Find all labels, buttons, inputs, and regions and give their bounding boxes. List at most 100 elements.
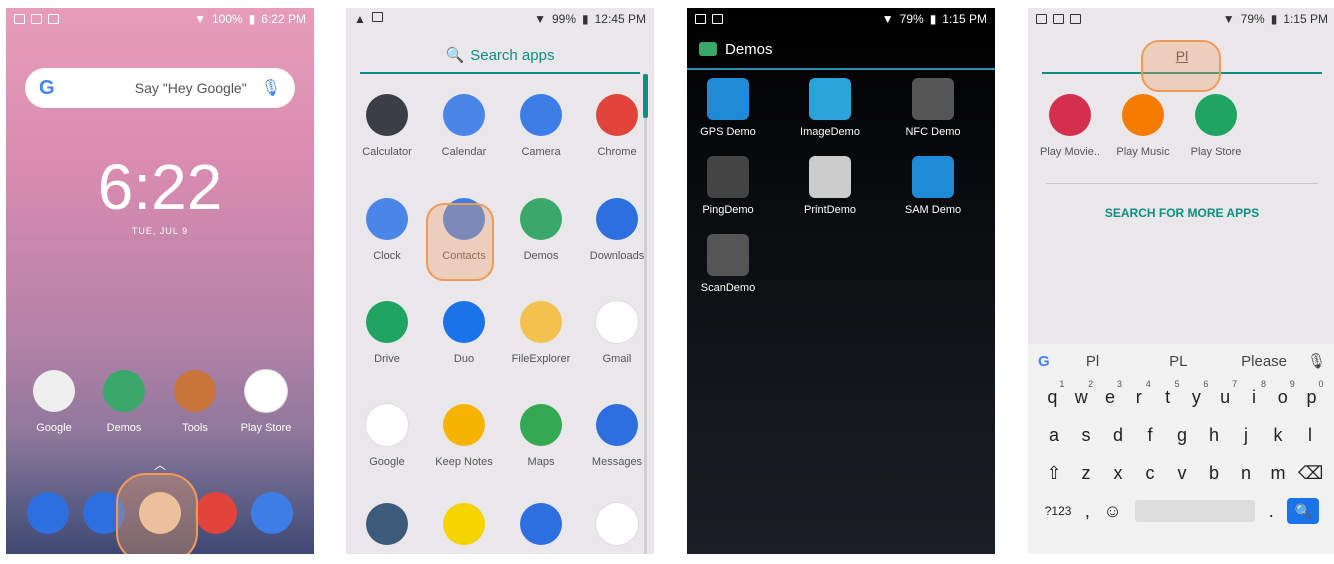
app-label: ScanDemo bbox=[700, 282, 756, 294]
key-i[interactable]: i8 bbox=[1242, 379, 1266, 408]
app-icon-app[interactable] bbox=[578, 503, 654, 554]
app-icon-nfc-demo[interactable]: NFC Demo bbox=[894, 78, 972, 138]
key-w[interactable]: w2 bbox=[1069, 379, 1094, 408]
key-t[interactable]: t5 bbox=[1156, 379, 1180, 408]
voicemail-icon bbox=[1053, 14, 1064, 24]
app-icon-clock[interactable]: Clock bbox=[348, 198, 426, 262]
key-r[interactable]: r4 bbox=[1127, 379, 1151, 408]
app-icon-messages[interactable]: Messages bbox=[578, 404, 654, 468]
app-icon-play-music[interactable]: Play Music bbox=[1104, 94, 1182, 158]
key-l[interactable]: l bbox=[1298, 425, 1322, 446]
phone-icon[interactable] bbox=[27, 492, 69, 534]
tap-highlight bbox=[1141, 40, 1221, 92]
key-space[interactable] bbox=[1135, 500, 1256, 522]
key-j[interactable]: j bbox=[1234, 425, 1258, 446]
app-label: Google bbox=[36, 422, 72, 434]
app-icon-app[interactable] bbox=[425, 503, 503, 554]
search-more-apps-button[interactable]: SEARCH FOR MORE APPS bbox=[1028, 206, 1334, 220]
app-icon-fileexplorer[interactable]: FileExplorer bbox=[502, 301, 580, 365]
key-k[interactable]: k bbox=[1266, 425, 1290, 446]
app-icon-app[interactable] bbox=[348, 503, 426, 554]
app-icon-google[interactable]: Google bbox=[348, 404, 426, 468]
app-icon-pingdemo[interactable]: PingDemo bbox=[689, 156, 767, 216]
app-icon-demos[interactable]: Demos bbox=[502, 198, 580, 262]
app-icon-play-store[interactable]: Play Store bbox=[1177, 94, 1255, 158]
key-shift[interactable]: ⇧ bbox=[1042, 463, 1066, 484]
key-m[interactable]: m bbox=[1266, 463, 1290, 484]
suggestion-1[interactable]: Pl bbox=[1050, 353, 1136, 370]
suggestion-3[interactable]: Please bbox=[1221, 353, 1307, 370]
keyboard-row-4: ?123, ☺. 🔍 bbox=[1028, 492, 1334, 530]
image-notification-icon bbox=[695, 14, 706, 24]
keyboard: G Pl PL Please 🎙 q1w2e3r4t5y6u7i8o9p0 as… bbox=[1028, 344, 1334, 554]
app-icon-google[interactable]: Google bbox=[15, 370, 93, 434]
chevron-up-icon[interactable]: ︿ bbox=[154, 456, 166, 473]
app-icon-gmail[interactable]: Gmail bbox=[578, 301, 654, 365]
app-icon-printdemo[interactable]: PrintDemo bbox=[791, 156, 869, 216]
app-icon-maps[interactable]: Maps bbox=[502, 404, 580, 468]
key-y[interactable]: y6 bbox=[1184, 379, 1209, 408]
app-icon-app[interactable] bbox=[502, 503, 580, 554]
search-apps-field[interactable]: 🔍 Search apps bbox=[360, 38, 640, 74]
search-results-panel: ▼ 79% ▮ 1:15 PM Pl Play Movie.. Play Music Pl… bbox=[1028, 8, 1334, 554]
key-period[interactable]: . bbox=[1269, 501, 1274, 522]
key-u[interactable]: u7 bbox=[1213, 379, 1237, 408]
app-icon-imagedemo[interactable]: ImageDemo bbox=[791, 78, 869, 138]
status-time: 1:15 PM bbox=[1283, 12, 1328, 26]
home-clock: 6:22 bbox=[97, 151, 223, 223]
app-icon-tools[interactable]: Tools bbox=[156, 370, 234, 434]
key-comma[interactable]: , bbox=[1085, 501, 1090, 522]
key-n[interactable]: n bbox=[1234, 463, 1258, 484]
nfc-demo-icon bbox=[912, 78, 954, 120]
key-p[interactable]: p0 bbox=[1300, 379, 1324, 408]
app-icon-play-movie-[interactable]: Play Movie.. bbox=[1031, 94, 1109, 158]
key-e[interactable]: e3 bbox=[1098, 379, 1122, 408]
app-icon-demos[interactable]: Demos bbox=[85, 370, 163, 434]
chrome-icon[interactable] bbox=[195, 492, 237, 534]
app-icon-play-store[interactable]: Play Store bbox=[227, 370, 305, 434]
key-backspace[interactable]: ⌫ bbox=[1298, 463, 1323, 484]
app-icon-duo[interactable]: Duo bbox=[425, 301, 503, 365]
mic-icon[interactable]: 🎙 bbox=[1307, 352, 1334, 370]
app-icon-chrome[interactable]: Chrome bbox=[578, 94, 654, 158]
key-o[interactable]: o9 bbox=[1271, 379, 1295, 408]
app-icon-gps-demo[interactable]: GPS Demo bbox=[689, 78, 767, 138]
key-search[interactable]: 🔍 bbox=[1287, 498, 1320, 524]
key-symbols[interactable]: ?123 bbox=[1045, 504, 1072, 518]
key-s[interactable]: s bbox=[1074, 425, 1098, 446]
key-z[interactable]: z bbox=[1074, 463, 1098, 484]
key-a[interactable]: a bbox=[1042, 425, 1066, 446]
key-b[interactable]: b bbox=[1202, 463, 1226, 484]
key-h[interactable]: h bbox=[1202, 425, 1226, 446]
google-icon bbox=[366, 404, 408, 446]
app-icon-keep-notes[interactable]: Keep Notes bbox=[425, 404, 503, 468]
emoji-icon[interactable]: ☺ bbox=[1103, 501, 1121, 522]
key-x[interactable]: x bbox=[1106, 463, 1130, 484]
search-apps-label: Search apps bbox=[470, 46, 555, 64]
image-notification-icon bbox=[712, 14, 723, 24]
keyboard-row-3: ⇧ z x c v b n m ⌫ bbox=[1028, 454, 1334, 492]
app-icon-calculator[interactable]: Calculator bbox=[348, 94, 426, 158]
suggestion-2[interactable]: PL bbox=[1135, 353, 1221, 370]
google-logo-icon[interactable]: G bbox=[1028, 353, 1050, 370]
battery-icon: ▮ bbox=[929, 12, 937, 26]
app-icon-camera[interactable]: Camera bbox=[502, 94, 580, 158]
mic-icon[interactable]: 🎙 bbox=[261, 78, 281, 98]
key-v[interactable]: v bbox=[1170, 463, 1194, 484]
key-letter: y bbox=[1191, 386, 1201, 407]
key-d[interactable]: d bbox=[1106, 425, 1130, 446]
key-g[interactable]: g bbox=[1170, 425, 1194, 446]
key-c[interactable]: c bbox=[1138, 463, 1162, 484]
app-icon-drive[interactable]: Drive bbox=[348, 301, 426, 365]
battery-percent: 79% bbox=[1240, 12, 1265, 26]
key-number-hint: 0 bbox=[1318, 378, 1324, 389]
app-icon-calendar[interactable]: Calendar bbox=[425, 94, 503, 158]
key-f[interactable]: f bbox=[1138, 425, 1162, 446]
app-icon-sam-demo[interactable]: SAM Demo bbox=[894, 156, 972, 216]
app-icon-scandemo[interactable]: ScanDemo bbox=[689, 234, 767, 294]
app-icon-downloads[interactable]: Downloads bbox=[578, 198, 654, 262]
camera-icon[interactable] bbox=[251, 492, 293, 534]
key-q[interactable]: q1 bbox=[1040, 379, 1064, 408]
google-search-bar[interactable]: G Say "Hey Google" 🎙 bbox=[25, 68, 295, 108]
app-label: Duo bbox=[453, 353, 475, 365]
